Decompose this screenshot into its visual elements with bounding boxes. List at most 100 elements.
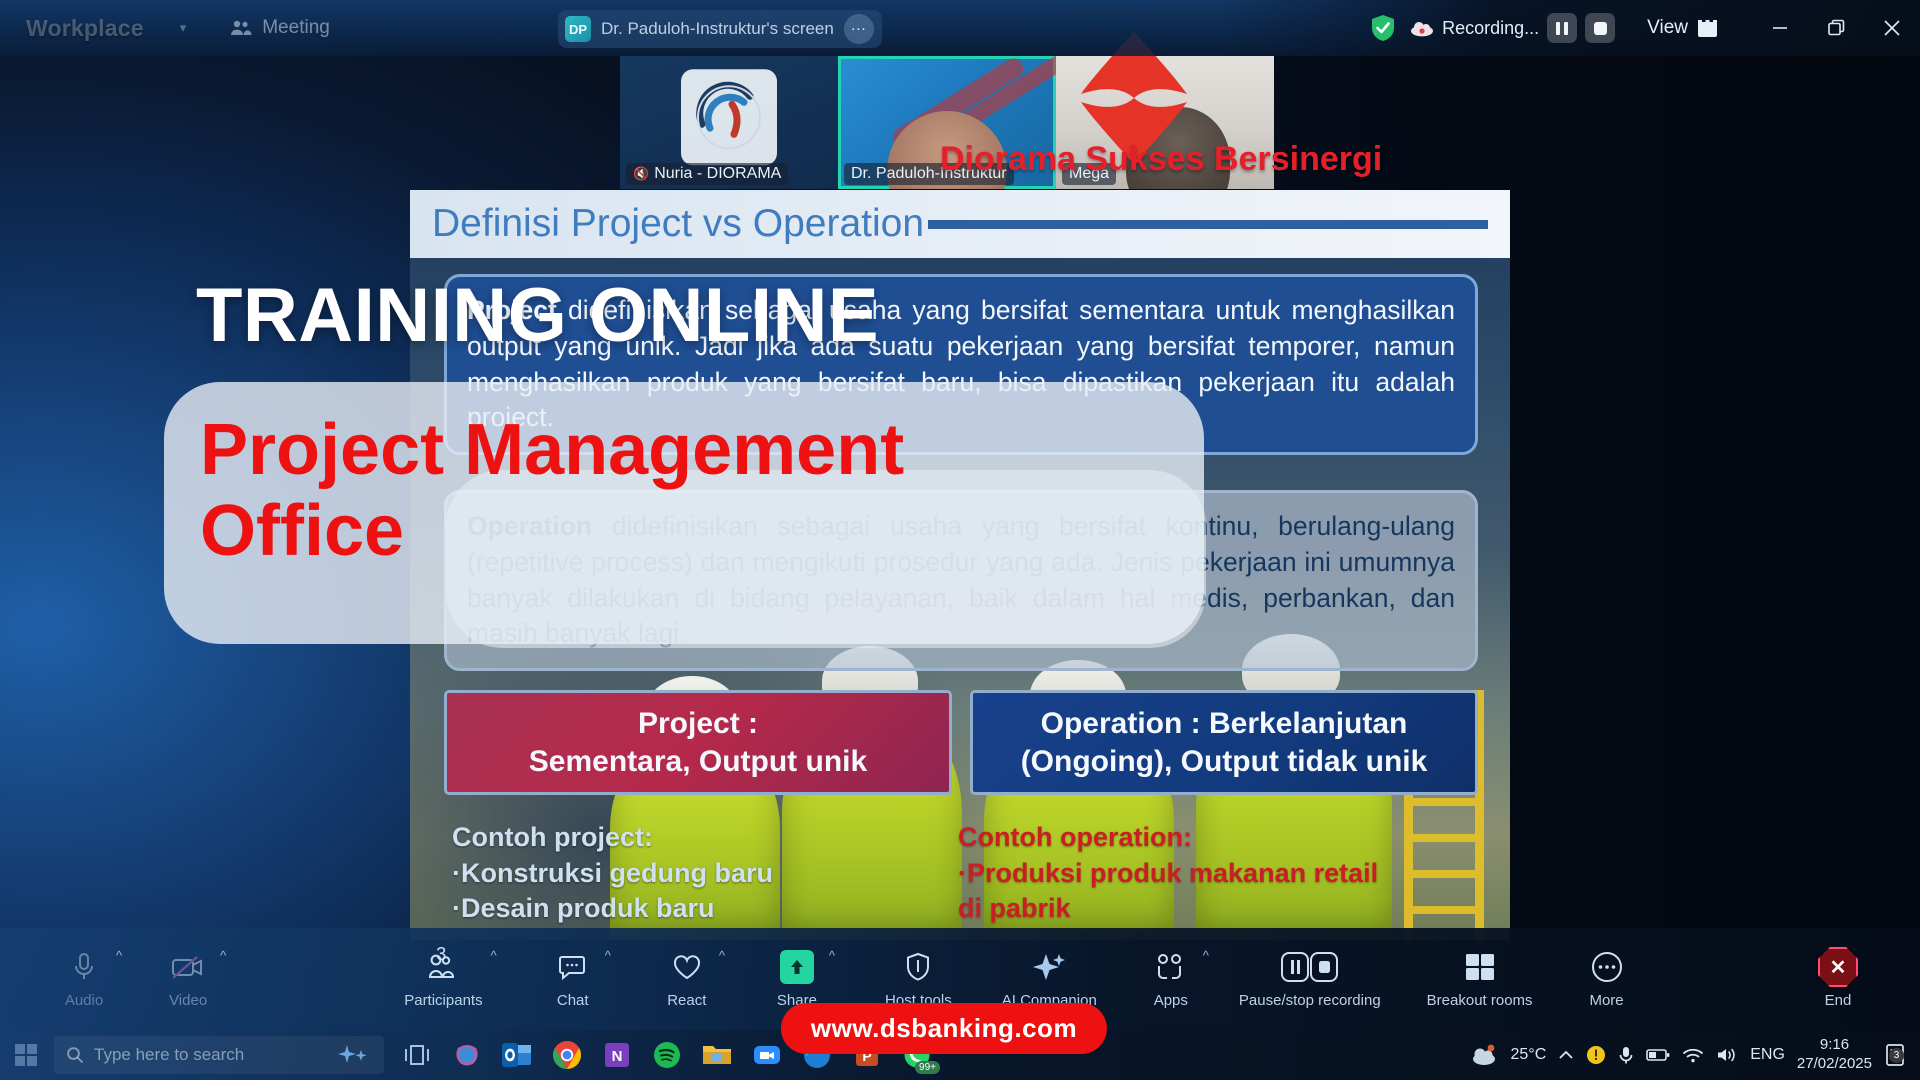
clock-date: 27/02/2025 xyxy=(1796,1055,1872,1072)
audio-button[interactable]: Audio xyxy=(52,936,116,1022)
example-operation-title: Contoh operation: xyxy=(958,822,1192,852)
volume-icon[interactable] xyxy=(1716,1046,1738,1064)
audio-label: Audio xyxy=(64,992,104,1009)
battery-icon[interactable] xyxy=(1646,1047,1670,1063)
task-view-icon[interactable] xyxy=(394,1032,440,1078)
microphone-icon[interactable] xyxy=(1618,1045,1634,1065)
chat-chevron-icon[interactable]: ^ xyxy=(605,948,611,963)
pause-stop-recording-button[interactable]: Pause/stop recording xyxy=(1231,936,1389,1022)
avatar: DP xyxy=(565,16,591,42)
file-explorer-icon[interactable] xyxy=(694,1032,740,1078)
title-rule xyxy=(928,219,1488,229)
comparison-row: Project : Sementara, Output unik Operati… xyxy=(444,690,1478,795)
audio-chevron-icon[interactable]: ^ xyxy=(116,948,122,963)
restore-button[interactable] xyxy=(1808,0,1864,56)
ellipsis-icon[interactable]: … xyxy=(843,14,874,44)
react-button[interactable]: React xyxy=(655,936,719,1022)
copilot-sparkle-icon[interactable] xyxy=(338,1044,372,1066)
apps-icon xyxy=(1155,949,1187,985)
sparkle-icon xyxy=(1033,949,1066,985)
screen-share-label: Dr. Paduloh-Instruktur's screen xyxy=(601,19,834,38)
more-label: More xyxy=(1589,992,1624,1009)
more-button[interactable]: More xyxy=(1575,936,1639,1022)
zoom-window-titlebar: Workplace ▾ Meeting DP Dr. Paduloh-Instr… xyxy=(0,0,1920,56)
pause-stop-recording-label: Pause/stop recording xyxy=(1238,992,1381,1009)
overlay-training-title: TRAINING ONLINE xyxy=(196,273,880,358)
clock[interactable]: 9:16 27/02/2025 xyxy=(1797,1036,1872,1074)
comparison-project-line1: Project : xyxy=(637,707,759,740)
apps-label: Apps xyxy=(1153,992,1188,1009)
notification-count-badge: 3 xyxy=(1889,1048,1904,1063)
minimize-button[interactable] xyxy=(1752,0,1808,56)
view-button-label: View xyxy=(1647,17,1688,38)
video-chevron-icon[interactable]: ^ xyxy=(220,948,226,963)
meeting-tab-label: Meeting xyxy=(262,17,330,38)
language-indicator[interactable]: ENG xyxy=(1750,1046,1785,1064)
copilot-icon[interactable] xyxy=(444,1032,490,1078)
apps-control-group: Apps ^ xyxy=(1139,936,1209,1022)
react-control-group: React ^ xyxy=(655,936,725,1022)
heart-icon xyxy=(672,949,702,985)
company-wordmark: Diorama Sukses Bersinergi xyxy=(940,140,1383,178)
mic-muted-icon: 🔇 xyxy=(633,166,650,181)
chevron-down-icon[interactable]: ▾ xyxy=(180,20,187,36)
weather-temp[interactable]: 25°C xyxy=(1511,1046,1547,1064)
meeting-tab[interactable]: Meeting xyxy=(230,17,330,39)
weather-icon[interactable] xyxy=(1471,1044,1499,1066)
breakout-rooms-button[interactable]: Breakout rooms xyxy=(1419,936,1541,1022)
stop-recording-button[interactable] xyxy=(1585,13,1616,43)
screen-share-indicator[interactable]: DP Dr. Paduloh-Instruktur's screen … xyxy=(558,10,882,48)
clock-time: 9:16 xyxy=(1819,1036,1850,1054)
chrome-icon[interactable] xyxy=(544,1032,590,1078)
workplace-brand: Workplace xyxy=(26,14,144,41)
apps-button[interactable]: Apps xyxy=(1139,936,1203,1022)
pause-recording-button[interactable] xyxy=(1547,13,1578,43)
outlook-icon[interactable] xyxy=(494,1032,540,1078)
video-button[interactable]: Video xyxy=(156,936,220,1022)
chat-label: Chat xyxy=(556,992,589,1009)
chat-button[interactable]: Chat xyxy=(541,936,605,1022)
comparison-operation-line2: (Ongoing), Output tidak unik xyxy=(1020,744,1428,778)
video-label: Video xyxy=(169,992,208,1009)
participants-button[interactable]: 3 Participants xyxy=(396,936,490,1022)
recording-status-label: Recording... xyxy=(1442,17,1540,38)
recording-status-group: Recording... xyxy=(1410,13,1616,43)
people-icon xyxy=(230,19,252,37)
participants-count: 3 xyxy=(436,944,447,964)
show-hidden-icons-chevron[interactable] xyxy=(1558,1048,1574,1062)
overlay-course-line1: Project Management xyxy=(200,410,905,490)
encryption-shield-icon[interactable] xyxy=(1370,14,1396,42)
warning-icon[interactable] xyxy=(1586,1045,1606,1065)
end-label: End xyxy=(1824,992,1852,1009)
participant-tile-nuria[interactable]: 🔇 Nuria - DIORAMA xyxy=(620,56,838,189)
breakout-rooms-label: Breakout rooms xyxy=(1426,992,1533,1009)
search-icon xyxy=(66,1046,84,1064)
view-button[interactable]: View xyxy=(1647,17,1718,39)
ellipsis-circle-icon xyxy=(1591,949,1623,985)
chat-icon xyxy=(558,949,588,985)
notification-center-icon[interactable]: 3 xyxy=(1884,1043,1906,1067)
example-project-title: Contoh project: xyxy=(452,822,653,852)
layout-grid-icon xyxy=(1697,19,1718,38)
titlebar-right-controls: Recording... View xyxy=(1370,0,1920,56)
end-call-icon: ✕ xyxy=(1818,947,1858,987)
spotify-icon[interactable] xyxy=(644,1032,690,1078)
example-project-items: ·Konstruksi gedung baru ·Desain produk b… xyxy=(452,857,774,924)
participants-chevron-icon[interactable]: ^ xyxy=(491,948,497,963)
comparison-operation-line1: Operation : Berkelanjutan xyxy=(1040,707,1408,740)
onenote-icon[interactable]: N xyxy=(594,1032,640,1078)
camera-off-icon xyxy=(170,949,206,985)
apps-chevron-icon[interactable]: ^ xyxy=(1203,948,1209,963)
example-project: Contoh project: ·Konstruksi gedung baru … xyxy=(452,820,773,927)
diorama-logo-icon xyxy=(681,68,777,165)
pause-stop-recording-icon xyxy=(1280,949,1339,985)
search-input[interactable]: Type here to search xyxy=(54,1036,384,1074)
end-meeting-button[interactable]: ✕ End xyxy=(1806,936,1870,1022)
close-button[interactable] xyxy=(1864,0,1920,56)
share-chevron-icon[interactable]: ^ xyxy=(829,948,835,963)
react-chevron-icon[interactable]: ^ xyxy=(719,948,725,963)
search-placeholder-text: Type here to search xyxy=(94,1045,245,1064)
participants-control-group: 3 Participants ^ xyxy=(396,936,496,1022)
wifi-icon[interactable] xyxy=(1682,1046,1704,1064)
start-button[interactable] xyxy=(0,1030,52,1080)
